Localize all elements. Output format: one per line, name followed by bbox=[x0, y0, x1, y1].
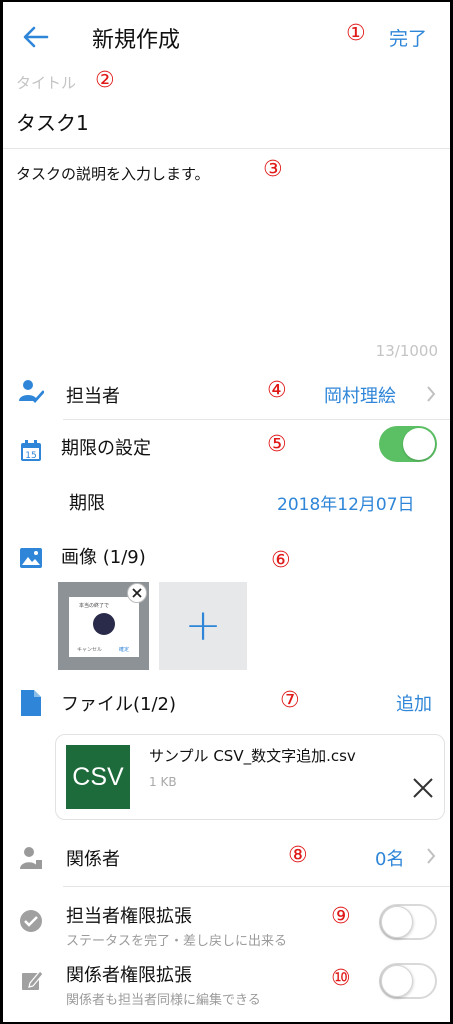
annotation-marker-4: ④ bbox=[267, 378, 287, 403]
deadline-sub-label: 期限 bbox=[69, 493, 105, 514]
add-image-button[interactable]: + bbox=[159, 582, 247, 670]
csv-file-icon: CSV bbox=[66, 745, 130, 809]
annotation-marker-5: ⑤ bbox=[267, 432, 287, 457]
screen: 新規作成 ① 完了 タイトル ② タスク1 タスクの説明を入力します。 ③ 13… bbox=[3, 2, 450, 1022]
assignee-permission-description: ステータスを完了・差し戻しに出来る bbox=[66, 934, 288, 949]
chevron-right-icon bbox=[426, 847, 436, 869]
page-title: 新規作成 bbox=[92, 28, 181, 53]
add-file-button[interactable]: 追加 bbox=[396, 690, 432, 716]
deadline-toggle[interactable] bbox=[379, 426, 437, 462]
annotation-marker-8: ⑧ bbox=[288, 843, 308, 868]
close-icon bbox=[132, 588, 142, 598]
divider bbox=[63, 886, 450, 887]
calendar-icon: 15 bbox=[19, 439, 43, 467]
related-label: 関係者 bbox=[66, 849, 120, 870]
file-name: サンプル CSV_数文字追加.csv bbox=[149, 747, 356, 765]
close-icon bbox=[413, 778, 433, 798]
file-card[interactable]: CSV サンプル CSV_数文字追加.csv 1 KB bbox=[55, 734, 445, 820]
check-circle-icon bbox=[19, 909, 43, 937]
assignee-permission-toggle[interactable] bbox=[379, 904, 437, 940]
back-button[interactable] bbox=[21, 22, 51, 52]
image-icon bbox=[19, 547, 43, 573]
thumbnail-dialog-text: 本当の終了で bbox=[79, 603, 110, 609]
assignee-value: 岡村理絵 bbox=[324, 386, 396, 407]
divider bbox=[63, 419, 450, 420]
deadline-date[interactable]: 2018年12月07日 bbox=[277, 490, 415, 515]
related-permission-description: 関係者も担当者同様に編集できる bbox=[66, 993, 261, 1008]
files-label: ファイル(1/2) bbox=[61, 694, 177, 715]
svg-text:15: 15 bbox=[25, 451, 36, 461]
chevron-right-icon bbox=[426, 385, 436, 407]
annotation-marker-2: ② bbox=[95, 68, 115, 93]
annotation-marker-3: ③ bbox=[263, 157, 283, 182]
annotation-marker-10: ⑩ bbox=[331, 966, 351, 991]
divider bbox=[3, 148, 450, 149]
file-icon bbox=[20, 689, 42, 721]
thumbnail-dialog: 本当の終了で キャンセル 確定 bbox=[69, 597, 139, 657]
assignee-permission-label: 担当者権限拡張 bbox=[66, 906, 192, 927]
done-button[interactable]: 完了 bbox=[389, 24, 427, 51]
title-input[interactable]: タスク1 bbox=[16, 107, 89, 136]
related-value: 0名 bbox=[375, 849, 405, 870]
annotation-marker-1: ① bbox=[346, 21, 366, 46]
thumbnail-cancel: キャンセル bbox=[77, 647, 103, 653]
csv-icon-text: CSV bbox=[72, 763, 124, 791]
assignee-label: 担当者 bbox=[66, 386, 120, 407]
description-input[interactable]: タスクの説明を入力します。 bbox=[16, 163, 210, 184]
images-label: 画像 (1/9) bbox=[61, 547, 146, 568]
title-label: タイトル bbox=[16, 74, 77, 92]
annotation-marker-6: ⑥ bbox=[271, 548, 291, 573]
arrow-left-icon bbox=[23, 26, 49, 48]
remove-file-button[interactable] bbox=[412, 777, 434, 799]
description-counter: 13/1000 bbox=[375, 342, 438, 360]
related-permission-label: 関係者権限拡張 bbox=[66, 965, 192, 986]
deadline-label: 期限の設定 bbox=[61, 438, 151, 459]
file-size: 1 KB bbox=[149, 775, 177, 789]
remove-image-button[interactable] bbox=[127, 583, 147, 603]
thumbnail-ok: 確定 bbox=[119, 647, 130, 653]
thumbnail-character bbox=[93, 613, 115, 635]
annotation-marker-9: ⑨ bbox=[331, 904, 351, 929]
annotation-marker-7: ⑦ bbox=[280, 688, 300, 713]
edit-icon bbox=[20, 968, 44, 996]
plus-icon: + bbox=[184, 600, 222, 651]
related-permission-toggle[interactable] bbox=[379, 963, 437, 999]
